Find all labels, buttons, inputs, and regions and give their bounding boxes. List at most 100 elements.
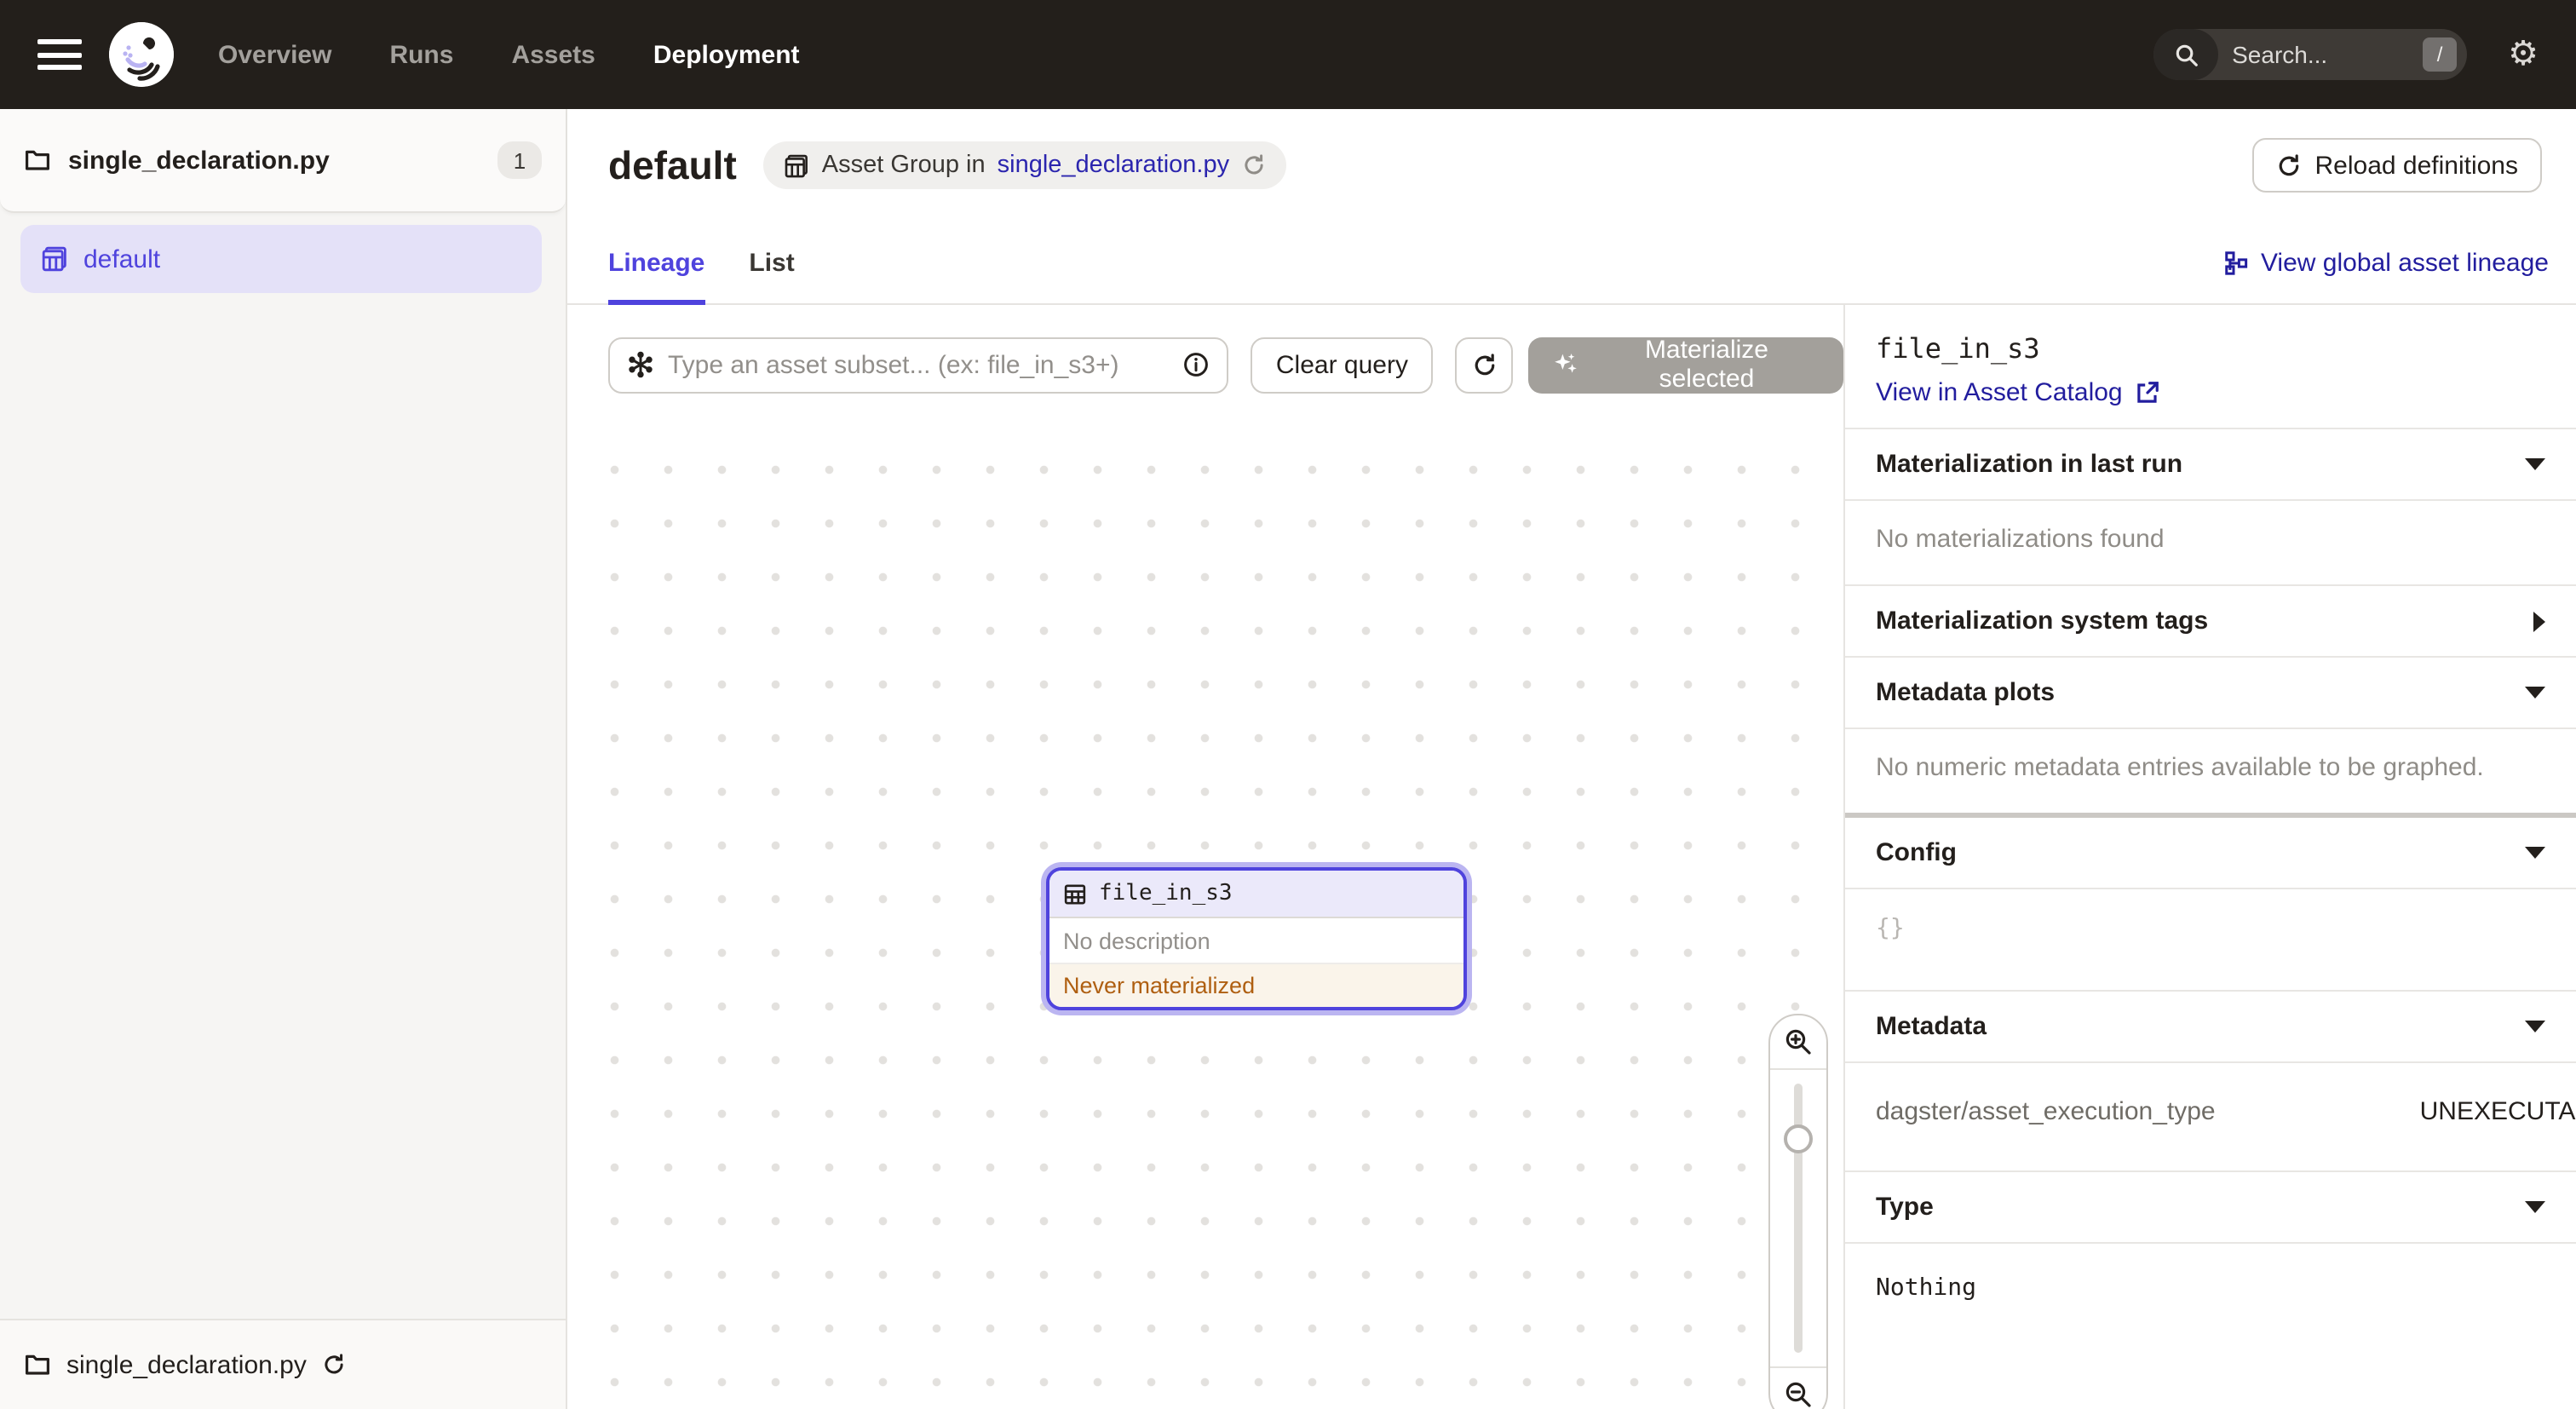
catalog-link-label: View in Asset Catalog [1876, 378, 2123, 407]
metadata-key: dagster/asset_execution_type [1876, 1097, 2216, 1126]
info-icon[interactable] [1182, 351, 1210, 378]
search-input[interactable]: Search... / [2153, 29, 2467, 80]
chevron-down-icon [2525, 458, 2545, 470]
asset-group-icon [41, 245, 68, 273]
zoom-in-button[interactable] [1770, 1015, 1826, 1070]
zoom-out-button[interactable] [1770, 1366, 1826, 1409]
section-metadata: Metadata dagster/asset_execution_type UN… [1845, 990, 2576, 1170]
left-sidebar: single_declaration.py 1 default single_d… [0, 109, 567, 1409]
sidebar-item-default-group[interactable]: default [20, 225, 542, 293]
view-in-asset-catalog-link[interactable]: View in Asset Catalog [1876, 378, 2549, 407]
search-placeholder: Search... [2232, 41, 2423, 68]
tab-list[interactable]: List [749, 221, 794, 303]
sparkle-icon [1553, 351, 1580, 378]
chevron-down-icon [2525, 687, 2545, 699]
global-link-label: View global asset lineage [2261, 248, 2549, 277]
last-run-empty-message: No materializations found [1845, 499, 2576, 584]
section-title: Metadata [1876, 1012, 1987, 1041]
external-link-icon [2135, 380, 2160, 405]
zoom-in-icon [1784, 1027, 1813, 1056]
hamburger-menu-icon[interactable] [37, 39, 82, 70]
folder-icon [24, 147, 51, 174]
settings-gear-icon[interactable]: ⚙ [2508, 37, 2539, 72]
refresh-icon [1472, 352, 1498, 377]
chevron-down-icon [2525, 1201, 2545, 1213]
asset-node-status: Never materialized [1049, 964, 1463, 1007]
section-header-type[interactable]: Type [1845, 1172, 2576, 1242]
dagster-logo-icon [109, 22, 174, 87]
section-title: Materialization system tags [1876, 607, 2208, 635]
view-global-asset-lineage-link[interactable]: View global asset lineage [2223, 248, 2549, 277]
sidebar-item-label: default [83, 244, 160, 273]
search-icon [2153, 29, 2218, 80]
repo-file-name: single_declaration.py [68, 146, 330, 175]
section-header-config[interactable]: Config [1845, 818, 2576, 888]
clear-query-button[interactable]: Clear query [1251, 336, 1434, 393]
nav-item-runs[interactable]: Runs [389, 40, 453, 69]
section-config: Config {} [1845, 818, 2576, 990]
asset-group-count-badge: 1 [497, 141, 542, 179]
asset-details-header: file_in_s3 View in Asset Catalog [1845, 305, 2576, 428]
asset-group-tag: Asset Group in single_declaration.py [764, 141, 1285, 189]
zoom-slider[interactable] [1770, 1070, 1826, 1366]
materialize-selected-button[interactable]: Materialize selected [1529, 336, 1843, 393]
footer-repo-name: single_declaration.py [66, 1350, 307, 1379]
config-empty-value: {} [1876, 915, 1905, 942]
nav-right-group: Search... / ⚙ [2153, 29, 2539, 80]
asset-node-header: file_in_s3 [1049, 871, 1463, 918]
section-title: Materialization in last run [1876, 450, 2182, 479]
tag-repo-link[interactable]: single_declaration.py [998, 152, 1229, 179]
lineage-toolbar: Type an asset subset... (ex: file_in_s3+… [567, 305, 1843, 424]
tab-lineage[interactable]: Lineage [608, 221, 704, 303]
repo-location-header[interactable]: single_declaration.py 1 [0, 109, 566, 213]
nav-item-overview[interactable]: Overview [218, 40, 331, 69]
asset-name: file_in_s3 [1876, 332, 2549, 365]
zoom-slider-thumb[interactable] [1784, 1124, 1813, 1153]
metadata-value: UNEXECUTABLE [2420, 1097, 2576, 1126]
metadata-plots-empty-message: No numeric metadata entries available to… [1845, 728, 2576, 813]
lineage-graph-icon [2223, 250, 2249, 275]
table-icon [1063, 882, 1087, 906]
section-type: Type Nothing [1845, 1170, 2576, 1332]
type-value: Nothing [1845, 1242, 2576, 1332]
nav-item-assets[interactable]: Assets [511, 40, 595, 69]
section-title: Type [1876, 1193, 1934, 1222]
nav-item-deployment[interactable]: Deployment [653, 40, 800, 69]
zoom-controls [1768, 1014, 1828, 1409]
page-header: default Asset Group in single_declaratio… [567, 109, 2576, 221]
reload-definitions-button[interactable]: Reload definitions [2252, 138, 2543, 193]
sidebar-footer-repo[interactable]: single_declaration.py [0, 1319, 566, 1409]
section-title: Config [1876, 838, 1957, 867]
refresh-query-button[interactable] [1456, 336, 1514, 393]
section-header-metadata-plots[interactable]: Metadata plots [1845, 658, 2576, 728]
tabs-row: Lineage List View global asset lineage [567, 221, 2576, 305]
asset-details-panel: file_in_s3 View in Asset Catalog Materia… [1843, 305, 2576, 1409]
asset-node-title: file_in_s3 [1099, 881, 1233, 906]
dagster-app: Overview Runs Assets Deployment Search..… [0, 0, 2576, 1409]
lineage-canvas[interactable]: file_in_s3 No description Never material… [567, 305, 1843, 1409]
asset-graph-query-icon [627, 351, 654, 378]
query-placeholder: Type an asset subset... (ex: file_in_s3+… [668, 350, 1169, 379]
chevron-down-icon [2525, 1021, 2545, 1032]
folder-icon [24, 1351, 51, 1378]
config-body: {} [1845, 888, 2576, 990]
top-navigation-bar: Overview Runs Assets Deployment Search..… [0, 0, 2576, 109]
tag-prefix: Asset Group in [822, 152, 986, 179]
asset-group-icon [785, 152, 810, 178]
asset-subset-query-input[interactable]: Type an asset subset... (ex: file_in_s3+… [608, 336, 1228, 393]
section-header-metadata[interactable]: Metadata [1845, 992, 2576, 1061]
section-metadata-plots: Metadata plots No numeric metadata entri… [1845, 656, 2576, 813]
reload-icon [2276, 152, 2302, 178]
reload-location-icon[interactable] [322, 1353, 346, 1377]
section-header-system-tags[interactable]: Materialization system tags [1845, 586, 2576, 656]
section-header-last-run[interactable]: Materialization in last run [1845, 429, 2576, 499]
asset-node-file-in-s3[interactable]: file_in_s3 No description Never material… [1046, 867, 1467, 1010]
search-shortcut-key: / [2423, 37, 2457, 72]
section-materialization-system-tags: Materialization system tags [1845, 584, 2576, 656]
nav-items: Overview Runs Assets Deployment [218, 40, 800, 69]
dagster-logo[interactable] [109, 22, 174, 87]
asset-node-description: No description [1049, 918, 1463, 964]
refresh-icon[interactable] [1241, 153, 1265, 177]
page-title: default [608, 142, 737, 188]
main-content: default Asset Group in single_declaratio… [567, 109, 2576, 1409]
